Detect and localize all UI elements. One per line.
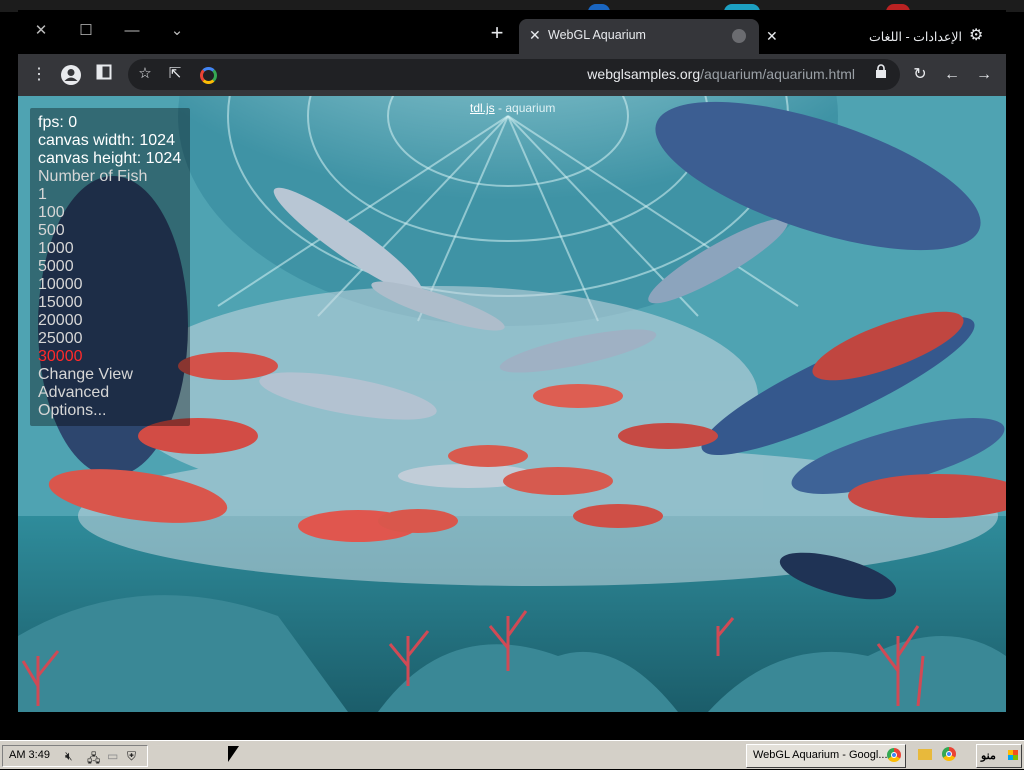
gear-icon: ⚙	[969, 27, 984, 44]
fish-option-1[interactable]: 1	[38, 186, 147, 204]
taskbar-chrome-button[interactable]: WebGL Aquarium - Googl...	[746, 744, 906, 768]
fish-option-100[interactable]: 100	[38, 204, 147, 222]
close-window-icon[interactable]: ✕	[26, 16, 56, 46]
tab-search-icon[interactable]: ⌄	[162, 16, 192, 46]
fish-option-30000[interactable]: 30000	[38, 348, 147, 366]
google-icon	[200, 67, 217, 84]
reload-icon[interactable]: ↻	[909, 64, 931, 86]
fish-option-20000[interactable]: 20000	[38, 312, 147, 330]
fish-option-10000[interactable]: 10000	[38, 276, 147, 294]
mouse-cursor-icon	[228, 746, 239, 762]
quick-launch	[918, 747, 962, 765]
clock[interactable]: AM 3:49	[9, 749, 50, 761]
back-icon[interactable]: ←	[941, 64, 963, 86]
browser-toolbar: ⋮ ☆ ⇱ webglsamples.org/aquarium/aquarium…	[18, 54, 1006, 96]
page-title-rest: - aquarium	[494, 101, 556, 115]
side-panel-icon[interactable]	[93, 64, 115, 86]
close-tab-icon[interactable]: ✕	[766, 28, 778, 45]
browser-window: ✕ ☐ — ⌄ + ✕ WebGL Aquarium ✕ الإعدادات -…	[18, 10, 1006, 712]
taskbar: AM 3:49 🔇︎ 🖧︎ ▭ ⛨ WebGL Aquarium - Googl…	[0, 740, 1024, 769]
security-shield-icon[interactable]: ⛨	[127, 749, 136, 764]
chrome-icon[interactable]	[942, 747, 957, 761]
options-link[interactable]: Options...	[38, 402, 147, 420]
folder-icon[interactable]	[918, 749, 932, 760]
fish-option-1000[interactable]: 1000	[38, 240, 147, 258]
audio-indicator-icon	[732, 29, 746, 43]
minimize-window-icon[interactable]: —	[117, 16, 147, 46]
fish-option-25000[interactable]: 25000	[38, 330, 147, 348]
tdl-link[interactable]: tdl.js	[470, 101, 495, 115]
tab-strip: ✕ ☐ — ⌄ + ✕ WebGL Aquarium ✕ الإعدادات -…	[18, 10, 1006, 54]
maximize-window-icon[interactable]: ☐	[71, 16, 101, 46]
fish-option-15000[interactable]: 15000	[38, 294, 147, 312]
number-of-fish-heading[interactable]: Number of Fish	[38, 168, 147, 186]
share-icon[interactable]: ⇱	[164, 63, 186, 85]
taskbar-button-label: WebGL Aquarium - Googl...	[753, 749, 888, 761]
more-menu-icon[interactable]: ⋮	[28, 64, 50, 86]
url-host: webglsamples.org	[587, 66, 701, 82]
stats-readout: fps: 0 canvas width: 1024 canvas height:…	[38, 114, 181, 168]
webgl-canvas[interactable]: tdl.js - aquarium fps: 0 canvas width: 1…	[18, 96, 1006, 712]
address-bar[interactable]: ☆ ⇱ webglsamples.org/aquarium/aquarium.h…	[128, 59, 900, 90]
url-text[interactable]: webglsamples.org/aquarium/aquarium.html	[587, 66, 855, 82]
tab-webgl-aquarium[interactable]: ✕ WebGL Aquarium	[519, 19, 759, 54]
fish-count-menu: Number of Fish 1 100 500 1000 5000 10000…	[38, 168, 147, 420]
change-view-link[interactable]: Change View	[38, 366, 147, 384]
start-button[interactable]: منو	[976, 744, 1022, 768]
page-title: tdl.js - aquarium	[470, 101, 555, 115]
canvas-width-label: canvas width: 1024	[38, 132, 175, 149]
bookmark-star-icon[interactable]: ☆	[134, 63, 156, 85]
chrome-icon	[887, 748, 901, 762]
network-icon[interactable]: 🖧︎	[87, 749, 100, 770]
advanced-link[interactable]: Advanced	[38, 384, 147, 402]
start-label: منو	[981, 750, 996, 762]
close-tab-icon[interactable]: ✕	[529, 27, 541, 44]
fps-label: fps: 0	[38, 114, 78, 131]
tab-title: WebGL Aquarium	[548, 28, 646, 42]
new-tab-button[interactable]: +	[486, 22, 508, 44]
profile-icon[interactable]	[60, 64, 82, 86]
forward-icon[interactable]: →	[973, 64, 995, 86]
system-tray: AM 3:49 🔇︎ 🖧︎ ▭ ⛨	[2, 745, 148, 767]
canvas-height-label: canvas height: 1024	[38, 150, 182, 167]
fish-option-500[interactable]: 500	[38, 222, 147, 240]
fish-option-5000[interactable]: 5000	[38, 258, 147, 276]
lock-icon[interactable]	[870, 63, 892, 85]
tab-settings-title[interactable]: الإعدادات - اللغات	[818, 29, 962, 44]
url-path: /aquarium/aquarium.html	[700, 66, 855, 82]
volume-icon[interactable]: 🔇︎	[65, 749, 73, 764]
network-disabled-icon[interactable]: ▭	[107, 749, 118, 763]
windows-logo-icon	[1008, 750, 1018, 760]
